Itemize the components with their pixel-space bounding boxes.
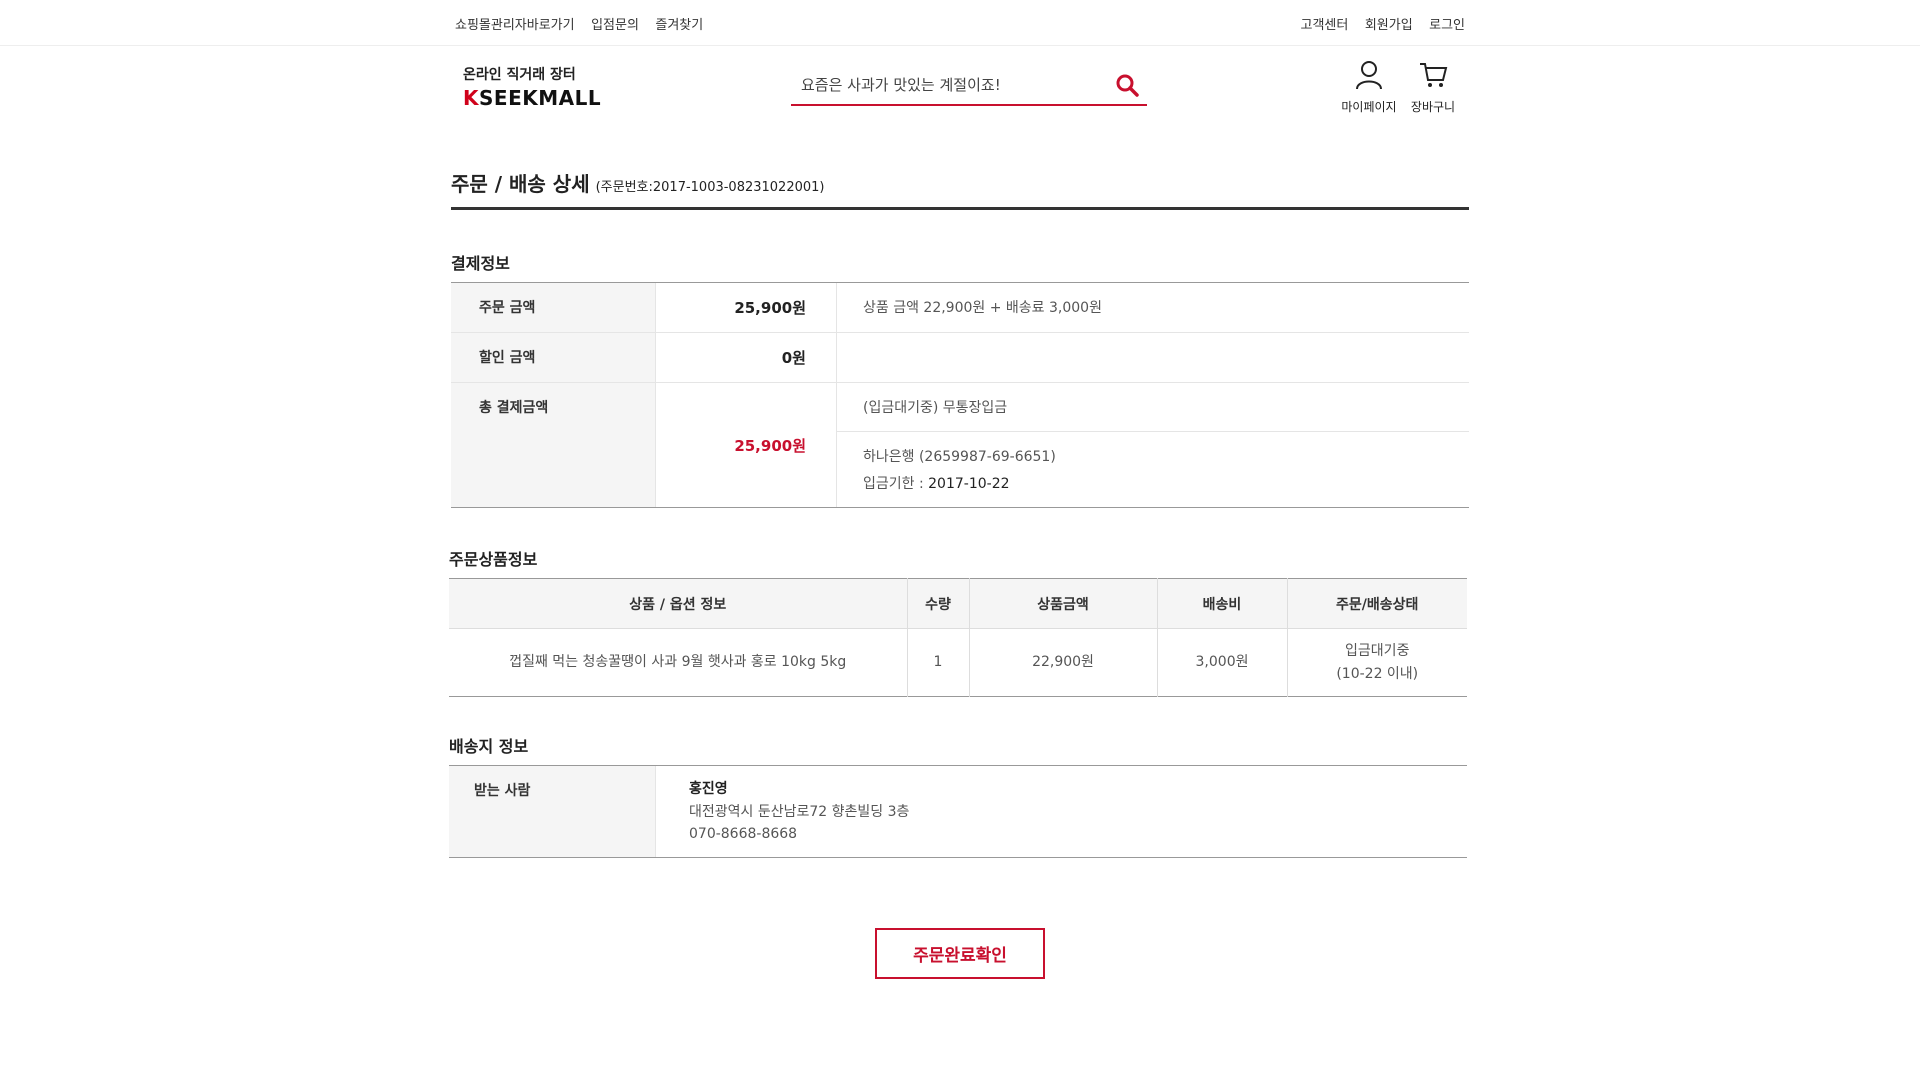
bank-info: 하나은행 (2659987-69-6651) 입금기한 : 2017-10-22 (837, 432, 1469, 507)
product-name[interactable]: 껍질째 먹는 청송꿀땡이 사과 9월 햇사과 홍로 10kg 5kg (449, 628, 908, 697)
admin-link[interactable]: 쇼핑몰관리자바로가기 (455, 18, 575, 33)
header-product: 상품 / 옵션 정보 (449, 578, 908, 630)
logo-k: K (463, 86, 479, 110)
deadline-value: 2017-10-22 (928, 475, 1010, 492)
header-status: 주문/배송상태 (1287, 578, 1467, 630)
deposit-deadline: 입금기한 : 2017-10-22 (863, 471, 1443, 498)
mypage-button[interactable]: 마이페이지 (1337, 60, 1401, 115)
shipping-section-title: 배송지 정보 (449, 737, 529, 757)
header-utility: 마이페이지 장바구니 (1337, 60, 1465, 115)
products-section-title: 주문상품정보 (449, 550, 538, 570)
user-icon (1356, 61, 1382, 90)
login-link[interactable]: 로그인 (1429, 18, 1465, 33)
payment-table: 주문 금액 25,900원 상품 금액 22,900원 + 배송료 3,000원… (451, 282, 1469, 509)
product-shipping: 3,000원 (1157, 628, 1288, 697)
cart-button[interactable]: 장바구니 (1401, 60, 1465, 115)
products-table: 상품 / 옵션 정보 수량 상품금액 배송비 주문/배송상태 껍질째 먹는 청송… (449, 578, 1467, 698)
status-text: 입금대기중 (1345, 643, 1410, 660)
customer-center-link[interactable]: 고객센터 (1301, 18, 1349, 33)
logo-rest: SEEKMALL (479, 86, 602, 110)
table-row: 껍질째 먹는 청송꿀땡이 사과 9월 햇사과 홍로 10kg 5kg 1 22,… (449, 628, 1467, 697)
search-icon (1116, 74, 1139, 97)
order-number: (주문번호:2017-1003-08231022001) (595, 180, 825, 195)
logo-subtitle: 온라인 직거래 장터 (463, 67, 576, 83)
recipient-label: 받는 사람 (449, 766, 655, 858)
payment-method-info: (입금대기중) 무통장입금 하나은행 (2659987-69-6651) 입금기… (837, 383, 1469, 507)
total-label: 총 결제금액 (451, 383, 655, 508)
header-price: 상품금액 (969, 578, 1158, 630)
product-price: 22,900원 (969, 628, 1158, 697)
products-header-row: 상품 / 옵션 정보 수량 상품금액 배송비 주문/배송상태 (449, 578, 1467, 630)
product-status: 입금대기중 (10-22 이내) (1287, 629, 1467, 697)
cart-label: 장바구니 (1410, 100, 1456, 114)
page-title-text: 주문 / 배송 상세 (451, 172, 590, 196)
order-confirm-button[interactable]: 주문완료확인 (875, 928, 1045, 980)
discount-row: 할인 금액 0원 (451, 333, 1469, 383)
recipient-address: 대전광역시 둔산남로72 향촌빌딩 3층 (689, 803, 910, 820)
top-links-left: 쇼핑몰관리자바로가기 입점문의 즐겨찾기 (455, 14, 715, 33)
bank-account: 하나은행 (2659987-69-6651) (863, 449, 1056, 465)
page-title: 주문 / 배송 상세 (주문번호:2017-1003-08231022001) (451, 168, 1469, 210)
order-amount-note: 상품 금액 22,900원 + 배송료 3,000원 (863, 300, 1102, 316)
recipient-phone: 070-8668-8668 (689, 825, 798, 842)
search-bar (791, 66, 1147, 106)
header-qty: 수량 (907, 578, 970, 630)
discount-note (837, 333, 1469, 382)
order-amount-label: 주문 금액 (451, 283, 655, 332)
mypage-label: 마이페이지 (1341, 100, 1397, 114)
order-amount-row: 주문 금액 25,900원 상품 금액 22,900원 + 배송료 3,000원 (451, 283, 1469, 333)
total-row: 총 결제금액 25,900원 (입금대기중) 무통장입금 하나은행 (26599… (451, 383, 1469, 508)
signup-link[interactable]: 회원가입 (1365, 18, 1413, 33)
logo[interactable]: 온라인 직거래 장터 KSEEKMALL (463, 64, 601, 110)
payment-section-title: 결제정보 (451, 254, 510, 273)
logo-text: KSEEKMALL (463, 86, 601, 110)
status-sub: (10-22 이내) (1336, 665, 1419, 682)
top-utility-bar: 쇼핑몰관리자바로가기 입점문의 즐겨찾기 고객센터 회원가입 로그인 (0, 0, 1920, 46)
button-area: 주문완료확인 (449, 928, 1471, 980)
order-amount-value: 25,900원 (655, 283, 837, 332)
payment-method: (입금대기중) 무통장입금 (837, 383, 1469, 432)
search-input[interactable] (791, 76, 1107, 94)
shipping-table: 받는 사람 홍진영 대전광역시 둔산남로72 향촌빌딩 3층 070-8668-… (449, 765, 1467, 859)
discount-label: 할인 금액 (451, 333, 655, 382)
header: 온라인 직거래 장터 KSEEKMALL 마이페이지 장바구니 (455, 46, 1465, 146)
bookmark-link[interactable]: 즐겨찾기 (655, 18, 703, 33)
discount-value: 0원 (655, 333, 837, 382)
header-shipping: 배송비 (1157, 578, 1288, 630)
recipient-info: 홍진영 대전광역시 둔산남로72 향촌빌딩 3층 070-8668-8668 (655, 766, 1467, 858)
recipient-name: 홍진영 (689, 781, 728, 798)
main-content: 주문 / 배송 상세 (주문번호:2017-1003-08231022001) … (449, 168, 1471, 980)
total-value: 25,900원 (655, 383, 837, 508)
deadline-label: 입금기한 : (863, 475, 924, 492)
top-links-right: 고객센터 회원가입 로그인 (1289, 14, 1465, 33)
product-qty: 1 (907, 628, 970, 697)
cart-icon (1420, 63, 1448, 87)
search-button[interactable] (1107, 67, 1147, 103)
store-inquiry-link[interactable]: 입점문의 (591, 18, 639, 33)
